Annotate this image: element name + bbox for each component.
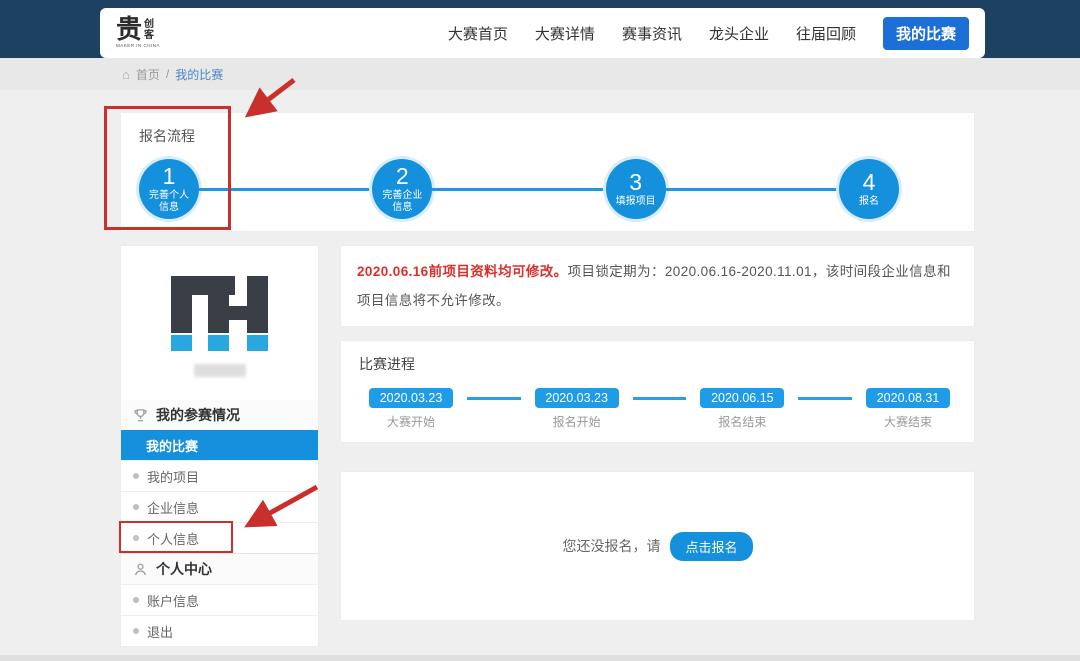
process-title: 报名流程 xyxy=(139,126,195,146)
milestone-date-pill: 2020.08.31 xyxy=(866,388,950,408)
breadcrumb-current: 我的比赛 xyxy=(175,66,223,83)
step-connector xyxy=(432,188,605,191)
milestone-label: 大赛开始 xyxy=(369,413,453,430)
bullet-dot-icon xyxy=(133,504,139,510)
timeline-connector xyxy=(798,397,852,400)
site-logo[interactable]: 贵 创 客 MAKER IN CHINA xyxy=(116,17,160,49)
notice-highlight: 2020.06.16前项目资料均可修改。 xyxy=(357,264,568,279)
milestone-label: 报名结束 xyxy=(700,413,784,430)
step-number: 4 xyxy=(863,171,876,194)
bullet-dot-icon xyxy=(133,473,139,479)
sidebar-item-my-projects[interactable]: 我的项目 xyxy=(121,460,318,491)
menu-item-label: 企业信息 xyxy=(147,498,199,517)
user-icon xyxy=(133,562,148,577)
main-content: 2020.06.16前项目资料均可修改。项目锁定期为：2020.06.16-20… xyxy=(340,245,975,621)
menu-item-label: 退出 xyxy=(147,622,173,641)
nav-item-past[interactable]: 往届回顾 xyxy=(796,23,856,44)
sidebar-menu: 我的参赛情况 我的比赛 我的项目 企业信息 个人信息 个人中心 xyxy=(120,400,319,647)
sidebar-item-company-info[interactable]: 企业信息 xyxy=(121,491,318,522)
step-label: 报名 xyxy=(853,196,885,208)
step-connector xyxy=(199,188,372,191)
menu-item-label: 我的项目 xyxy=(147,467,199,486)
menu-item-label: 个人信息 xyxy=(147,529,199,548)
timeline-connector xyxy=(467,397,521,400)
menu-section-title: 我的参赛情况 xyxy=(156,405,240,425)
step-label: 完善企业信息 xyxy=(372,190,432,214)
competition-timeline: 2020.03.23 大赛开始 2020.03.23 报名开始 2020.06.… xyxy=(359,388,956,408)
click-to-register-button[interactable]: 点击报名 xyxy=(670,532,752,561)
bullet-dot-icon xyxy=(133,535,139,541)
menu-section-personal-center: 个人中心 xyxy=(121,553,318,584)
nav-item-home[interactable]: 大赛首页 xyxy=(448,23,508,44)
milestone-signup-start: 2020.03.23 报名开始 xyxy=(535,388,619,408)
step-number: 2 xyxy=(396,165,409,188)
logo-mascot-glyph: 贵 xyxy=(116,17,142,43)
menu-item-label: 我的比赛 xyxy=(146,436,198,455)
competition-progress-card: 比赛进程 2020.03.23 大赛开始 2020.03.23 报名开始 202… xyxy=(340,340,975,443)
step-number: 1 xyxy=(163,165,176,188)
step-2-circle[interactable]: 2 完善企业信息 xyxy=(372,159,432,219)
avatar-logo xyxy=(171,276,269,352)
step-3-circle[interactable]: 3 填报项目 xyxy=(606,159,666,219)
bullet-dot-icon xyxy=(133,628,139,634)
nav-item-news[interactable]: 赛事资讯 xyxy=(622,23,682,44)
menu-section-title: 个人中心 xyxy=(156,559,212,579)
logo-tagline: MAKER IN CHINA xyxy=(116,44,160,49)
sidebar-item-my-competition[interactable]: 我的比赛 xyxy=(121,430,318,460)
nav-item-enterprises[interactable]: 龙头企业 xyxy=(709,23,769,44)
logo-char-2: 客 xyxy=(144,31,154,41)
step-number: 3 xyxy=(629,171,642,194)
menu-section-participation: 我的参赛情况 xyxy=(121,400,318,430)
main-nav: 大赛首页 大赛详情 赛事资讯 龙头企业 往届回顾 我的比赛 xyxy=(448,17,969,50)
sidebar-item-account-info[interactable]: 账户信息 xyxy=(121,584,318,615)
step-label: 填报项目 xyxy=(610,196,662,208)
menu-item-label: 账户信息 xyxy=(147,591,199,610)
progress-title: 比赛进程 xyxy=(359,354,956,374)
milestone-signup-end: 2020.06.15 报名结束 xyxy=(700,388,784,408)
registration-process-card: 报名流程 1 完善个人信息 2 完善企业信息 3 填报项目 4 报名 xyxy=(120,112,975,232)
lock-period-notice: 2020.06.16前项目资料均可修改。项目锁定期为：2020.06.16-20… xyxy=(340,245,975,327)
milestone-date-pill: 2020.03.23 xyxy=(535,388,619,408)
milestone-start: 2020.03.23 大赛开始 xyxy=(369,388,453,408)
logo-char-1: 创 xyxy=(144,20,154,30)
bullet-dot-icon xyxy=(133,597,139,603)
sidebar-item-logout[interactable]: 退出 xyxy=(121,615,318,646)
breadcrumb-separator: / xyxy=(166,67,169,81)
trophy-icon xyxy=(133,408,148,423)
site-header: 贵 创 客 MAKER IN CHINA 大赛首页 大赛详情 赛事资讯 龙头企业… xyxy=(100,8,985,58)
process-steps: 1 完善个人信息 2 完善企业信息 3 填报项目 4 报名 xyxy=(139,153,899,225)
step-1-circle[interactable]: 1 完善个人信息 xyxy=(139,159,199,219)
avatar-card xyxy=(120,245,319,400)
step-connector xyxy=(666,188,839,191)
registration-status-card: 您还没报名，请 点击报名 xyxy=(340,471,975,621)
bottom-strip xyxy=(0,655,1080,661)
sidebar: 我的参赛情况 我的比赛 我的项目 企业信息 个人信息 个人中心 xyxy=(120,245,319,647)
step-label: 完善个人信息 xyxy=(139,190,199,214)
milestone-label: 报名开始 xyxy=(535,413,619,430)
timeline-connector xyxy=(633,397,687,400)
step-4-circle[interactable]: 4 报名 xyxy=(839,159,899,219)
breadcrumb-home-link[interactable]: 首页 xyxy=(136,66,160,83)
milestone-date-pill: 2020.06.15 xyxy=(700,388,784,408)
nav-item-my-competition-button[interactable]: 我的比赛 xyxy=(883,17,969,50)
home-icon: ⌂ xyxy=(122,67,130,82)
masked-username xyxy=(194,364,246,377)
milestone-date-pill: 2020.03.23 xyxy=(369,388,453,408)
milestone-end: 2020.08.31 大赛结束 xyxy=(866,388,950,408)
registration-message: 您还没报名，请 xyxy=(562,536,660,556)
breadcrumb: ⌂ 首页 / 我的比赛 xyxy=(0,58,1080,90)
sidebar-item-personal-info[interactable]: 个人信息 xyxy=(121,522,318,553)
milestone-label: 大赛结束 xyxy=(866,413,950,430)
nav-item-details[interactable]: 大赛详情 xyxy=(535,23,595,44)
